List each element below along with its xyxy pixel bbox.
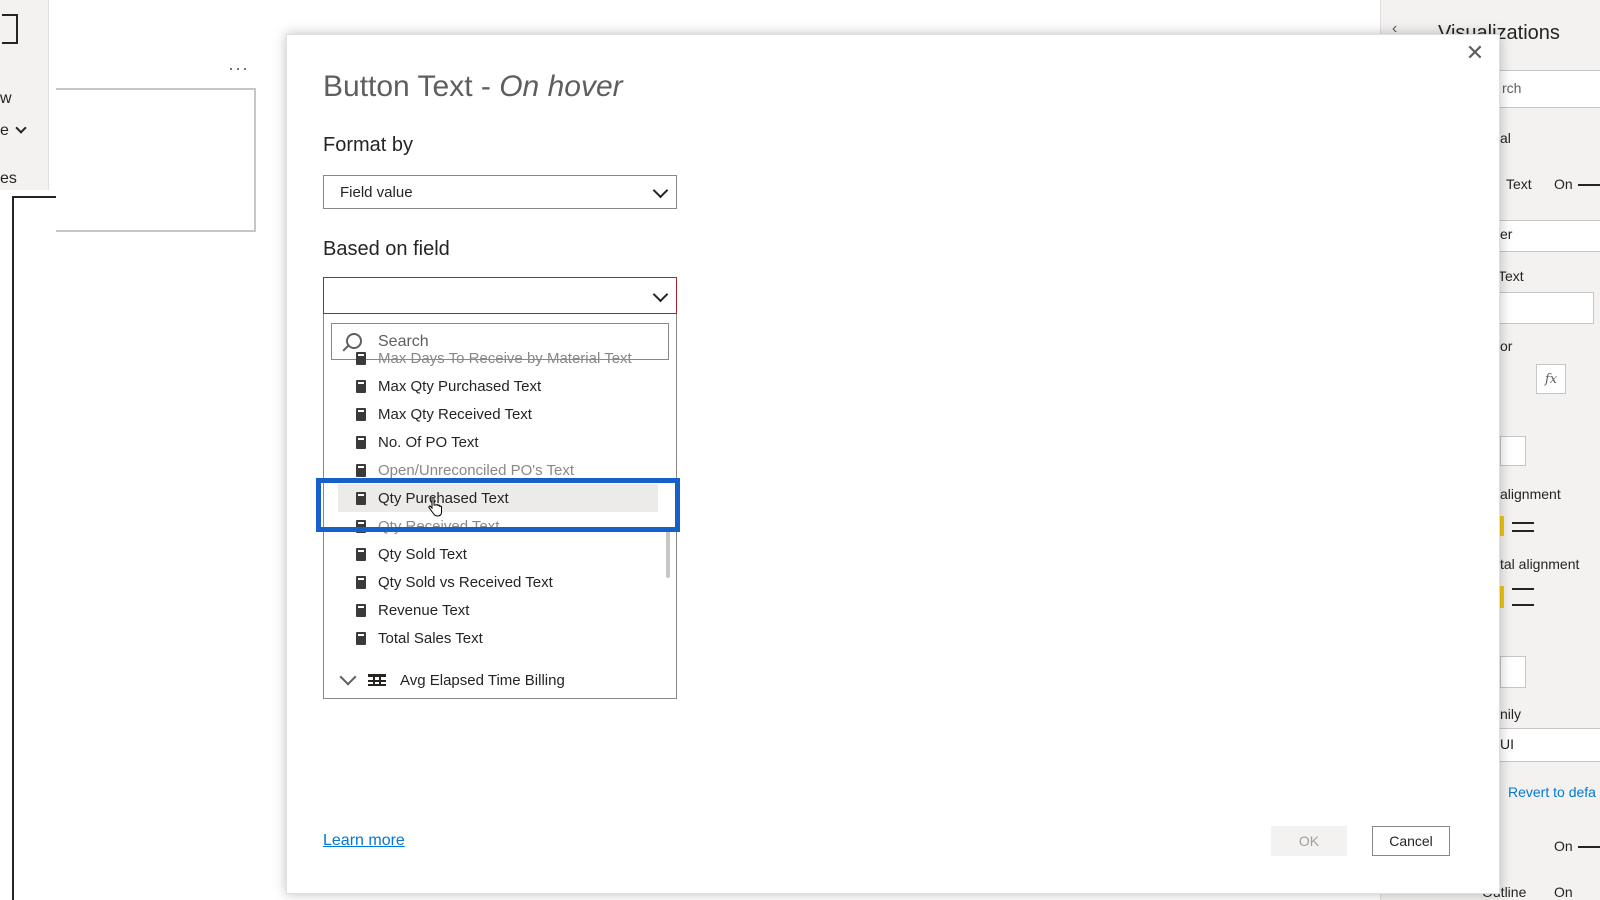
- field-item[interactable]: Qty Sold vs Received Text: [338, 568, 658, 596]
- based-on-field-label: Based on field: [323, 238, 450, 260]
- field-item-label: Max Qty Received Text: [378, 405, 532, 423]
- ribbon-dropdown-fragment[interactable]: e: [0, 122, 28, 140]
- calculator-icon: [356, 351, 366, 365]
- viz-toggle-label: On: [1554, 838, 1573, 854]
- more-options-icon[interactable]: ···: [228, 58, 249, 79]
- field-item-label: Qty Sold Text: [378, 545, 467, 563]
- field-dropdown-list: Search Max Days To Receive by Material T…: [323, 314, 677, 699]
- viz-dropdown-value: er: [1500, 226, 1513, 242]
- field-item-label: Max Qty Purchased Text: [378, 377, 542, 395]
- field-item-label: Revenue Text: [378, 601, 470, 619]
- viz-label-fragment: alignment: [1500, 486, 1561, 502]
- font-size-stepper[interactable]: [1500, 436, 1526, 466]
- based-on-field-dropdown[interactable]: [323, 277, 677, 314]
- font-family-value: UI: [1500, 736, 1514, 752]
- field-item[interactable]: Qty Received Text: [338, 512, 658, 540]
- field-item-label: Total Sales Text: [378, 629, 483, 647]
- viz-label-fragment: or: [1500, 338, 1513, 354]
- chevron-down-icon: [652, 182, 669, 199]
- field-item[interactable]: No. Of PO Text: [338, 428, 658, 456]
- toggle-switch[interactable]: [1578, 184, 1600, 186]
- field-item[interactable]: Max Days To Receive by Material Text: [338, 344, 658, 372]
- cancel-button[interactable]: Cancel: [1372, 826, 1450, 856]
- calculator-icon: [356, 547, 366, 561]
- canvas-border: [12, 196, 56, 198]
- field-item-label: Qty Received Text: [378, 517, 500, 535]
- ribbon-text-fragment: w: [0, 90, 12, 107]
- field-item[interactable]: Max Qty Received Text: [338, 400, 658, 428]
- visual-icon[interactable]: [2, 14, 18, 44]
- viz-section-fragment: al: [1500, 130, 1511, 146]
- align-center-icon[interactable]: [1512, 522, 1534, 532]
- viz-label-fragment: Text: [1506, 176, 1532, 192]
- fx-button[interactable]: fx: [1536, 364, 1566, 394]
- align-middle-icon[interactable]: [1512, 588, 1534, 606]
- format-by-label: Format by: [323, 134, 414, 156]
- field-item-label: No. Of PO Text: [378, 433, 479, 451]
- calculator-icon: [356, 463, 366, 477]
- chevron-down-icon: [15, 122, 28, 134]
- calculator-icon: [356, 379, 366, 393]
- stepper[interactable]: [1500, 656, 1526, 688]
- field-item-label: Qty Purchased Text: [378, 489, 509, 507]
- learn-more-link[interactable]: Learn more: [323, 832, 405, 850]
- viz-text-input[interactable]: [1496, 292, 1594, 324]
- field-item[interactable]: Max Qty Purchased Text: [338, 372, 658, 400]
- calculator-icon: [356, 435, 366, 449]
- button-visual[interactable]: [56, 88, 256, 232]
- calculator-icon: [356, 631, 366, 645]
- ribbon-text-fragment: es: [0, 170, 17, 187]
- calculator-icon: [356, 603, 366, 617]
- viz-search-placeholder: rch: [1502, 80, 1522, 96]
- calculator-icon: [356, 519, 366, 533]
- calculator-icon: [356, 575, 366, 589]
- chevron-down-icon: [652, 286, 669, 302]
- table-icon: [368, 674, 386, 686]
- field-item[interactable]: Total Sales Text: [338, 624, 658, 652]
- hand-cursor-icon: [428, 497, 442, 517]
- revert-to-default-link[interactable]: Revert to defa: [1508, 784, 1596, 800]
- viz-toggle-label: On: [1554, 176, 1573, 192]
- calculator-icon: [356, 407, 366, 421]
- field-item[interactable]: Open/Unreconciled PO's Text: [338, 456, 658, 484]
- calculator-icon: [356, 491, 366, 505]
- field-item-label: Qty Sold vs Received Text: [378, 573, 553, 591]
- list-scrollbar[interactable]: [666, 528, 670, 578]
- viz-label-fragment: nily: [1500, 706, 1522, 722]
- viz-toggle-label: On: [1554, 884, 1573, 900]
- format-by-value: Field value: [340, 183, 413, 201]
- field-item-label: Open/Unreconciled PO's Text: [378, 461, 575, 479]
- toggle-switch[interactable]: [1578, 846, 1600, 848]
- canvas-border: [12, 196, 14, 900]
- field-item[interactable]: Qty Sold Text: [338, 540, 658, 568]
- field-item-label: Max Days To Receive by Material Text: [378, 349, 632, 367]
- ribbon-fragment: w e es: [0, 0, 49, 190]
- viz-label-fragment: tal alignment: [1500, 556, 1580, 572]
- viz-label-fragment: Text: [1498, 268, 1524, 284]
- dialog-title: Button Text - On hover: [323, 70, 623, 103]
- chevron-down-icon[interactable]: [339, 668, 357, 686]
- table-group-label: Avg Elapsed Time Billing: [400, 671, 565, 689]
- field-item-hovered[interactable]: Qty Purchased Text: [338, 484, 658, 512]
- ok-button[interactable]: OK: [1271, 826, 1347, 856]
- close-icon[interactable]: ✕: [1462, 40, 1488, 66]
- format-by-dropdown[interactable]: Field value: [323, 175, 677, 209]
- table-group-item[interactable]: Avg Elapsed Time Billing: [338, 666, 565, 694]
- field-item[interactable]: Revenue Text: [338, 596, 658, 624]
